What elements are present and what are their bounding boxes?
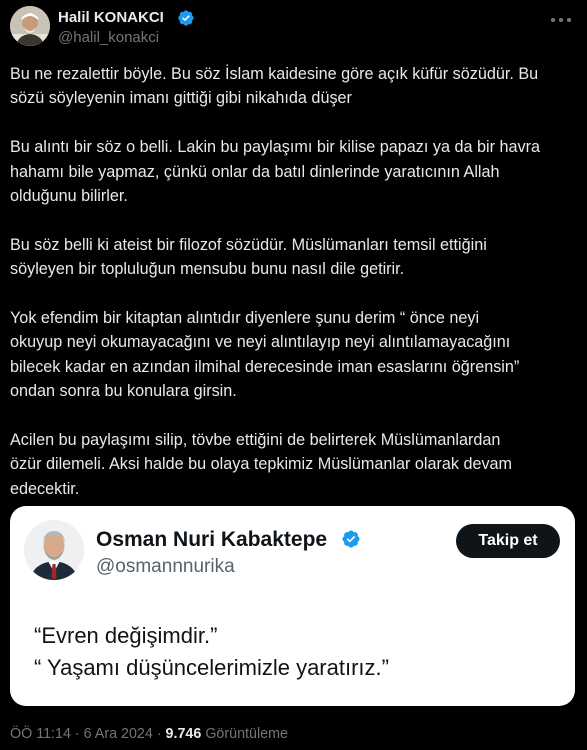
tweet-line: özür dilemeli. Aksi halde bu olaya tepki…	[10, 455, 513, 474]
views-count: 9.746	[165, 726, 202, 742]
views-label: Görüntüleme	[205, 726, 288, 742]
tweet-line: okuyup neyi okumayacağını ve neyi alıntı…	[10, 333, 511, 352]
quoted-text-line: “ Yaşamı düşüncelerimizle yaratırız.”	[34, 655, 389, 680]
tweet-text: Bu ne rezalettir böyle. Bu söz İslam kai…	[10, 62, 580, 526]
tweet-line: hahamı bile yapmaz, çünkü onlar da batıl…	[10, 162, 500, 181]
tweet-paragraph: Acilen bu paylaşımı silip, tövbe ettiğin…	[10, 428, 580, 501]
tweet-line: Bu ne rezalettir böyle. Bu söz İslam kai…	[10, 65, 539, 83]
tweet-paragraph: Bu ne rezalettir böyle. Bu söz İslam kai…	[10, 62, 580, 111]
quoted-author-handle: @osmannnurika	[96, 556, 235, 577]
author-handle[interactable]: @halil_konakci	[58, 29, 159, 46]
quoted-follow-button: Takip et	[456, 524, 560, 558]
meta-separator: ·	[152, 726, 166, 742]
tweet-line: edecektir.	[10, 479, 80, 498]
author-name[interactable]: Halil KONAKCI	[58, 9, 164, 26]
quoted-author-name: Osman Nuri Kabaktepe	[96, 528, 328, 551]
tweet-line: bilecek kadar en azından ilmihal dereces…	[10, 357, 520, 376]
tweet-meta: ÖÖ 11:14 · 6 Ara 2024 · 9.746 Görüntülem…	[10, 726, 288, 742]
tweet-date[interactable]: 6 Ara 2024	[84, 726, 153, 742]
tweet-paragraph: Bu söz belli ki ateist bir filozof sözüd…	[10, 233, 580, 282]
tweet-time[interactable]: ÖÖ 11:14	[10, 726, 71, 742]
meta-separator: ·	[70, 726, 84, 742]
tweet-line: sözü söyleyenin imanı gittiği gibi nikah…	[10, 89, 352, 108]
quoted-text: “Evren değişimdir.” “ Yaşamı düşünceleri…	[34, 620, 389, 684]
tweet-line: Bu alıntı bir söz o belli. Lakin bu payl…	[10, 138, 540, 157]
tweet-line: Bu söz belli ki ateist bir filozof sözüd…	[10, 235, 487, 254]
tweet-paragraph: Bu alıntı bir söz o belli. Lakin bu payl…	[10, 135, 580, 208]
tweet-line: ondan sonra bu konulara girsin.	[10, 382, 237, 401]
verified-badge-icon	[178, 10, 194, 26]
more-options-icon[interactable]	[549, 10, 573, 30]
quoted-verified-badge-icon	[342, 530, 360, 548]
quoted-author-avatar	[24, 520, 84, 580]
quoted-text-line: “Evren değişimdir.”	[34, 623, 218, 648]
tweet-line: Yok efendim bir kitaptan alıntıdır diyen…	[10, 309, 480, 328]
tweet-paragraph: Yok efendim bir kitaptan alıntıdır diyen…	[10, 306, 580, 404]
tweet-line: söyleyen bir topluluğun mensubu bunu nas…	[10, 260, 405, 279]
author-avatar[interactable]	[10, 6, 50, 46]
tweet-line: olduğunu bilirler.	[10, 187, 128, 206]
tweet-line: Acilen bu paylaşımı silip, tövbe ettiğin…	[10, 431, 501, 450]
attached-quote-image[interactable]: Osman Nuri Kabaktepe @osmannnurika Takip…	[10, 506, 575, 706]
tweet-header: Halil KONAKCI @halil_konakci	[10, 6, 577, 50]
